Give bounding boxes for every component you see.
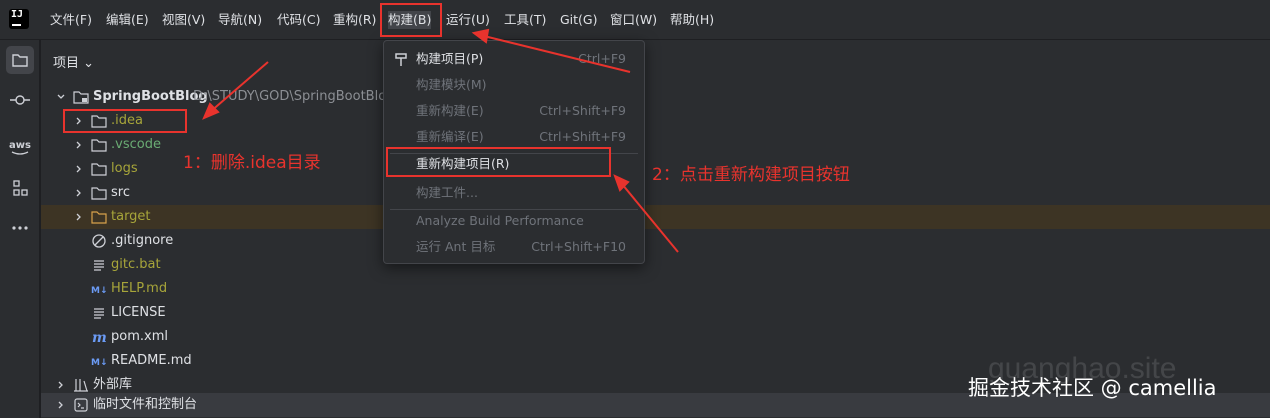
annotation-step1: 1：删除.idea目录 <box>183 153 321 173</box>
arrow-to-idea <box>209 61 269 113</box>
annotation-step2: 2：点击重新构建项目按钮 <box>652 165 850 185</box>
watermark: 掘金技术社区 @ camellia <box>968 376 1217 400</box>
arrow-to-rebuild <box>621 183 679 253</box>
arrowhead <box>471 28 490 44</box>
arrow-to-build-menu <box>483 35 631 73</box>
